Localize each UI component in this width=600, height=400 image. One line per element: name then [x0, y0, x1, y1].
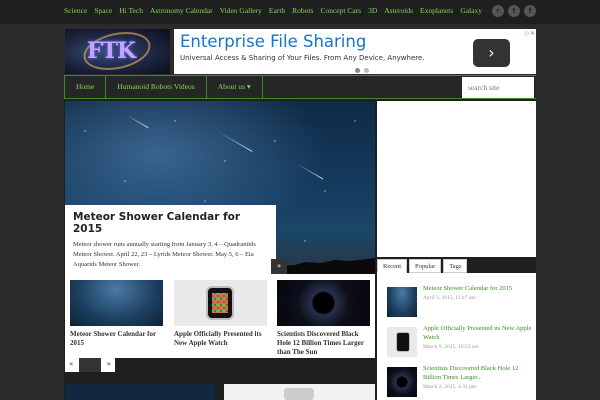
pager-next-button[interactable]: » [107, 360, 111, 368]
post-title[interactable]: Apple Officially Presented its New Apple… [423, 325, 535, 343]
post-date: March 9, 2015, 10:53 am [423, 343, 479, 350]
content-area: Meteor Shower Calendar for 2015 Meteor s… [64, 99, 536, 400]
top-nav: Science Space Hi Tech Astronomy Calendar… [64, 6, 482, 15]
pager-indicator [79, 358, 101, 372]
rss-icon[interactable]: r [492, 5, 504, 17]
featured-excerpt: Meteor shower runs annually starting fro… [73, 241, 256, 268]
list-item[interactable]: Meteor Shower Calendar for 2015 April 3,… [387, 279, 536, 319]
topnav-item-galaxy[interactable]: Galaxy [460, 6, 482, 15]
post-thumbnail[interactable] [387, 327, 417, 357]
topnav-item-astronomy-calendar[interactable]: Astronomy Calendar [150, 6, 213, 15]
ad-next-button[interactable]: › [473, 39, 510, 67]
topnav-item-robots[interactable]: Robots [292, 6, 313, 15]
facebook-icon[interactable]: f [524, 5, 536, 17]
topnav-item-concept-cars[interactable]: Concept Cars [320, 6, 361, 15]
post-title[interactable]: Scientists Discovered Black Hole 12 Bill… [423, 365, 535, 383]
topnav-item-hi-tech[interactable]: Hi Tech [119, 6, 143, 15]
thumbnail-pager: « » [65, 358, 115, 372]
pager-prev-button[interactable]: « [69, 360, 73, 368]
slider-thumbnails: Meteor Shower Calendar for 2015 Apple Of… [65, 274, 375, 358]
featured-title[interactable]: Meteor Shower Calendar for 2015 [73, 211, 268, 235]
sidebar-ad[interactable] [377, 101, 536, 257]
thumbnail-image[interactable] [174, 280, 267, 326]
site-logo[interactable]: FTK [65, 29, 170, 74]
tab-recent[interactable]: Recent [377, 259, 408, 273]
ad-banner[interactable]: Enterprise File Sharing Universal Access… [174, 29, 536, 74]
thumbnail-item[interactable]: Apple Officially Presented its New Apple… [174, 280, 267, 348]
post-preview-image[interactable] [224, 384, 375, 400]
ad-subtitle: Universal Access & Sharing of Your Files… [180, 54, 425, 62]
topnav-item-3d[interactable]: 3D [368, 6, 377, 15]
thumbnail-image[interactable] [70, 280, 163, 326]
watch-band-image [284, 388, 314, 400]
ad-pagination [355, 68, 369, 73]
header: FTK Enterprise File Sharing Universal Ac… [64, 28, 536, 75]
search-input[interactable] [462, 77, 534, 98]
main-nav: Home Humanoid Robots Videos About us ▾ [64, 75, 536, 99]
topnav-item-exoplanets[interactable]: Exoplanets [420, 6, 453, 15]
topnav-item-science[interactable]: Science [64, 6, 87, 15]
post-thumbnail[interactable] [387, 367, 417, 397]
slider-next-button[interactable]: » [271, 259, 287, 274]
recent-posts-list: Meteor Shower Calendar for 2015 April 3,… [377, 273, 536, 400]
adchoices-icon[interactable]: ▷✕ [525, 30, 535, 37]
thumbnail-title[interactable]: Scientists Discovered Black Hole 12 Bill… [277, 330, 370, 357]
ad-dot[interactable] [364, 68, 369, 73]
twitter-icon[interactable]: t [508, 5, 520, 17]
nav-item-home[interactable]: Home [64, 76, 107, 98]
list-item[interactable]: Scientists Discovered Black Hole 12 Bill… [387, 359, 536, 399]
social-links: r t f [492, 5, 536, 17]
thumbnail-item[interactable]: Meteor Shower Calendar for 2015 [70, 280, 163, 348]
watch-image [206, 286, 234, 320]
logo-text: FTK [87, 38, 136, 64]
nav-item-about-us[interactable]: About us ▾ [207, 76, 263, 98]
ad-title[interactable]: Enterprise File Sharing [180, 32, 366, 51]
topnav-item-asteroids[interactable]: Asteroids [384, 6, 413, 15]
ad-dot[interactable] [355, 68, 360, 73]
post-date: March 2, 2015, 4:31 pm [423, 383, 477, 390]
thumbnail-image[interactable] [277, 280, 370, 326]
post-preview-image[interactable] [65, 384, 215, 400]
tab-popular[interactable]: Popular [409, 259, 442, 273]
top-bar: Science Space Hi Tech Astronomy Calendar… [0, 0, 600, 24]
thumbnail-title[interactable]: Meteor Shower Calendar for 2015 [70, 330, 163, 348]
topnav-item-space[interactable]: Space [94, 6, 112, 15]
nav-item-humanoid-robots-videos[interactable]: Humanoid Robots Videos [106, 76, 207, 98]
post-thumbnail[interactable] [387, 287, 417, 317]
post-title[interactable]: Meteor Shower Calendar for 2015 [423, 285, 535, 294]
featured-caption: Meteor Shower Calendar for 2015 Meteor s… [65, 205, 276, 274]
tab-tags[interactable]: Tags [443, 259, 468, 273]
topnav-item-earth[interactable]: Earth [269, 6, 285, 15]
post-date: April 3, 2015, 11:47 am [423, 294, 476, 301]
thumbnail-item[interactable]: Scientists Discovered Black Hole 12 Bill… [277, 280, 370, 357]
topnav-item-video-gallery[interactable]: Video Gallery [220, 6, 262, 15]
list-item[interactable]: Apple Officially Presented its New Apple… [387, 319, 536, 359]
thumbnail-title[interactable]: Apple Officially Presented its New Apple… [174, 330, 267, 348]
sidebar-tabs: Recent Popular Tags [377, 259, 468, 273]
